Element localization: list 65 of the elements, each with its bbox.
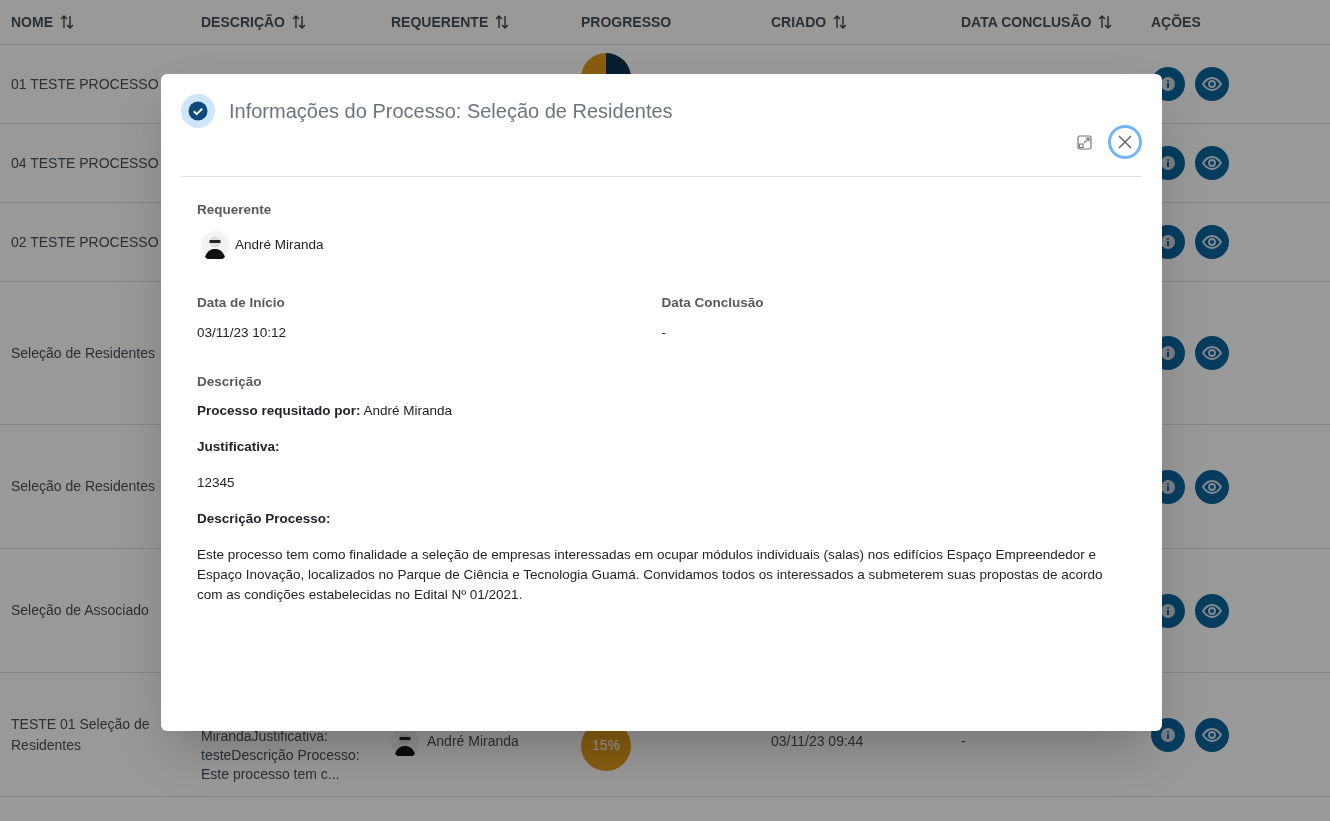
eye-icon <box>1202 479 1222 494</box>
process-name: TESTE 01 Seleção de Residentes <box>11 714 151 755</box>
process-name: 02 TESTE PROCESSO <box>11 232 160 252</box>
close-icon <box>1118 135 1132 149</box>
view-button[interactable] <box>1195 67 1229 101</box>
description-text: Processo requsitado por: André Miranda <box>197 402 454 420</box>
info-icon <box>1161 156 1175 170</box>
eye-icon <box>1202 603 1222 618</box>
dialog-title: Informações do Processo: Seleção de Residentes <box>229 99 673 124</box>
description-text: Este processo tem c... <box>201 765 341 784</box>
process-name: Seleção de Associado <box>11 601 150 620</box>
sort-icon[interactable] <box>494 14 511 30</box>
info-icon <box>1161 727 1175 742</box>
info-icon <box>1161 479 1175 494</box>
sort-icon[interactable] <box>291 14 307 30</box>
field-label: Data de Início <box>197 294 286 313</box>
description-text: Este processo tem como finalidade a seleção de empresas interessadas em ocupar módulos individuais (salas) nos edifícios Espaço Empreendedor e Espaço Inovação, localizados no Parque de Ciência e Tecnologia Guamá. Convidamos todos os interessados a submeterem suas propostas de acordo com as condições estabelecidas no Edital Nº 01/2021. <box>197 546 1104 604</box>
requester-name: André Miranda <box>427 732 519 751</box>
description-heading: Justificativa: <box>197 438 281 456</box>
process-name: 01 TESTE PROCESSO <box>11 74 160 94</box>
column-header[interactable]: REQUERENTE <box>391 11 489 33</box>
view-button[interactable] <box>1195 717 1229 752</box>
sort-icon[interactable] <box>1097 14 1114 30</box>
description-text: testeDescrição Processo: <box>201 746 361 765</box>
info-icon <box>1161 346 1175 360</box>
field-label: Descrição <box>197 372 263 391</box>
view-button[interactable] <box>1195 336 1229 370</box>
sort-icon[interactable] <box>59 14 75 30</box>
eye-icon <box>1202 727 1222 742</box>
requester-name: André Miranda <box>235 236 324 255</box>
info-icon <box>1161 235 1175 249</box>
eye-icon <box>1202 156 1222 170</box>
view-button[interactable] <box>1195 469 1229 504</box>
maximize-button[interactable] <box>1076 134 1092 150</box>
eye-icon <box>1202 346 1222 360</box>
sort-icon[interactable] <box>832 14 849 30</box>
avatar-icon <box>201 231 229 260</box>
maximize-icon <box>1076 134 1092 150</box>
column-header[interactable]: DESCRIÇÃO <box>201 11 285 33</box>
description-heading: Descrição Processo: <box>197 510 332 528</box>
column-header: PROGRESSO <box>581 12 672 32</box>
description-text: MirandaJustificativa: <box>201 727 329 746</box>
column-header[interactable]: CRIADO <box>771 11 827 33</box>
completion-date: - <box>961 732 967 751</box>
field-label: Requerente <box>197 201 273 219</box>
column-header[interactable]: DATA CONCLUSÃO <box>961 11 1092 33</box>
close-button[interactable] <box>1108 125 1142 159</box>
column-header[interactable]: NOME <box>11 11 53 33</box>
check-circle-icon <box>181 94 215 128</box>
info-icon <box>1161 77 1175 91</box>
view-button[interactable] <box>1195 146 1229 180</box>
field-value: 03/11/23 10:12 <box>197 323 288 342</box>
process-name: 04 TESTE PROCESSO <box>11 153 160 173</box>
description-text: 12345 <box>197 474 236 492</box>
column-header: AÇÕES <box>1151 12 1201 32</box>
view-button[interactable] <box>1195 225 1229 259</box>
info-icon <box>1161 603 1175 618</box>
process-name: Seleção de Residentes <box>11 343 156 363</box>
view-button[interactable] <box>1195 593 1229 628</box>
field-label: Data Conclusão <box>661 294 765 313</box>
eye-icon <box>1202 235 1222 249</box>
process-name: Seleção de Residentes <box>11 477 156 496</box>
created-date: 03/11/23 09:44 <box>771 732 865 751</box>
eye-icon <box>1202 77 1222 91</box>
field-value: - <box>661 323 667 342</box>
